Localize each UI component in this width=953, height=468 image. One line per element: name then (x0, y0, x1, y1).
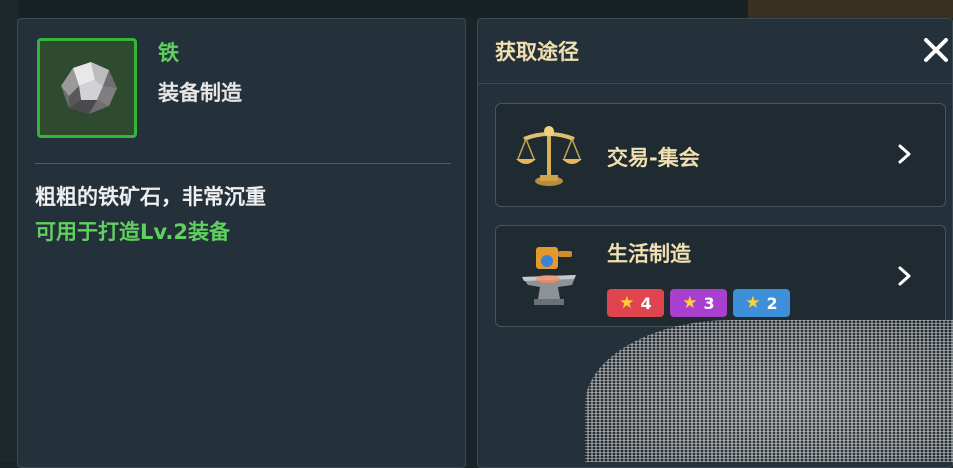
left-edge-background (0, 0, 18, 462)
item-name: 铁 (158, 41, 179, 65)
route-life-craft[interactable]: 生活制造 ★ 4 ★ 3 ★ 2 (495, 225, 946, 327)
skill-requirement-badges: ★ 4 ★ 3 ★ 2 (607, 289, 796, 317)
star-icon: ★ (619, 292, 635, 313)
star-icon: ★ (682, 292, 698, 313)
badge-blue-value: 2 (766, 293, 778, 313)
panel-title: 获取途径 (495, 40, 579, 64)
item-description: 粗粗的铁矿石，非常沉重 (35, 185, 266, 209)
badge-purple-value: 3 (703, 293, 715, 313)
close-icon (924, 38, 948, 62)
badge-purple: ★ 3 (670, 289, 727, 317)
top-bar-accent (748, 0, 953, 18)
divider (35, 163, 451, 164)
badge-blue: ★ 2 (733, 289, 790, 317)
star-icon: ★ (745, 292, 761, 313)
close-button[interactable] (921, 35, 951, 65)
route-trade[interactable]: 交易-集会 (495, 103, 946, 207)
item-usage: 可用于打造Lv.2装备 (35, 220, 230, 244)
badge-red-value: 4 (640, 293, 652, 313)
item-detail-panel: 铁 装备制造 粗粗的铁矿石，非常沉重 可用于打造Lv.2装备 (17, 18, 466, 468)
header-divider (478, 83, 952, 84)
badge-red: ★ 4 (607, 289, 664, 317)
iron-ore-icon (61, 62, 117, 114)
scales-icon (516, 126, 582, 186)
route-life-craft-label: 生活制造 (607, 242, 691, 266)
noise-overlay (585, 320, 953, 462)
chevron-right-icon (898, 266, 911, 286)
item-category: 装备制造 (158, 81, 242, 105)
chevron-right-icon (898, 144, 911, 164)
route-trade-label: 交易-集会 (607, 146, 700, 170)
anvil-icon (522, 247, 576, 305)
item-icon-frame (37, 38, 137, 138)
